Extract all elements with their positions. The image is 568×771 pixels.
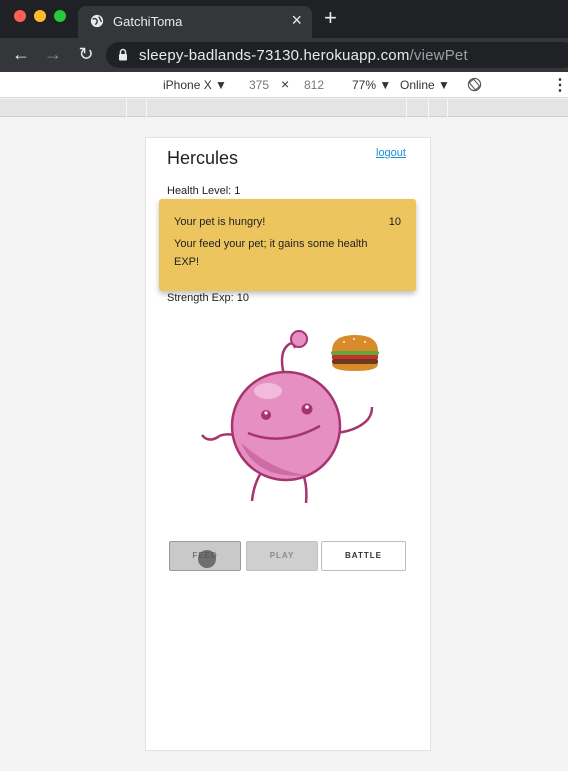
pet-highlight (254, 383, 282, 399)
battle-button[interactable]: BATTLE (321, 541, 406, 571)
new-tab-button[interactable]: + (324, 7, 337, 29)
address-toolbar: ← → ↻ sleepy-badlands-73130.herokuapp.co… (0, 38, 568, 72)
strength-exp-text: Strength Exp: 10 (167, 292, 249, 304)
health-level-text: Health Level: 1 (167, 185, 241, 197)
viewport-width-input[interactable]: 375 (249, 78, 269, 92)
url-path: /viewPet (409, 47, 468, 64)
device-toolbar: iPhone X ▼ 375 × 812 77% ▼ Online ▼ ⋮ (0, 72, 568, 98)
media-query-ruler (0, 99, 568, 117)
rotate-icon[interactable] (467, 77, 482, 92)
pet-name-heading: Hercules (167, 148, 239, 168)
maximize-window-button[interactable] (54, 10, 66, 22)
tab-title: GatchiToma (113, 14, 183, 29)
zoom-select[interactable]: 77% ▼ (352, 78, 391, 92)
tab-close-icon[interactable]: × (291, 11, 302, 29)
ruler-segment[interactable] (447, 99, 448, 117)
toast-message: Your feed your pet; it gains some health… (174, 238, 368, 268)
reload-icon[interactable]: ↻ (75, 43, 97, 65)
back-arrow-icon[interactable]: ← (10, 43, 32, 65)
logout-link[interactable]: logout (376, 147, 406, 159)
toast-title: Your pet is hungry! (174, 216, 266, 228)
pet-left-arm (201, 433, 237, 441)
forward-arrow-icon[interactable]: → (42, 43, 64, 65)
browser-titlebar: GatchiToma × + (0, 0, 568, 38)
globe-icon (90, 14, 104, 28)
url-host: sleepy-badlands-73130.herokuapp.com (139, 47, 410, 64)
burger-icon (331, 335, 379, 371)
device-select[interactable]: iPhone X ▼ (163, 78, 227, 92)
url-bar[interactable]: sleepy-badlands-73130.herokuapp.com/view… (106, 42, 568, 68)
minimize-window-button[interactable] (34, 10, 46, 22)
more-options-icon[interactable]: ⋮ (552, 75, 568, 95)
touch-cursor (198, 550, 216, 568)
pet-body (230, 370, 342, 482)
phone-viewport: Hercules logout Health Level: 1 Strength… (145, 137, 431, 751)
network-throttle-select[interactable]: Online ▼ (400, 78, 450, 92)
url-text: sleepy-badlands-73130.herokuapp.com/view… (139, 47, 468, 64)
viewport-height-input[interactable]: 812 (304, 78, 324, 92)
ruler-segment[interactable] (428, 99, 429, 117)
toast-count: 10 (388, 216, 401, 228)
ruler-segment[interactable] (406, 99, 407, 117)
play-button[interactable]: PLAY (246, 541, 318, 571)
lock-icon (119, 48, 127, 61)
dimension-separator: × (281, 76, 290, 92)
ruler-segment[interactable] (146, 99, 147, 117)
ruler-segment[interactable] (126, 99, 127, 117)
pet-right-arm (335, 406, 374, 435)
browser-tab[interactable]: GatchiToma × (78, 6, 312, 38)
notification-toast[interactable]: Your pet is hungry! 10 Your feed your pe… (159, 199, 416, 291)
pet-illustration (201, 330, 379, 504)
close-window-button[interactable] (14, 10, 26, 22)
